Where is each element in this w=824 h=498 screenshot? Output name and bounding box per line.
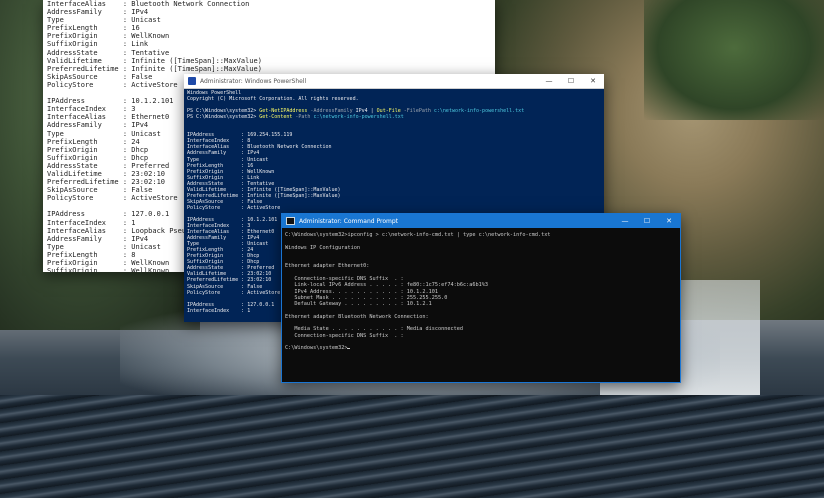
text-line: InterfaceIndex : 3 — [47, 105, 136, 114]
close-button[interactable]: ✕ — [582, 74, 604, 88]
text-line: Type : Unicast — [47, 129, 161, 138]
text-line: PolicyStore : ActiveStore — [47, 80, 178, 89]
text-line: SuffixOrigin : Link — [47, 40, 149, 49]
text-line: AddressState : Preferred — [47, 161, 170, 170]
text-line: SkipAsSource : False — [47, 72, 153, 81]
text-line: IPAddress : 127.0.0.1 — [47, 210, 170, 219]
cmd-console[interactable]: C:\Windows\system32>ipconfig > c:\networ… — [285, 232, 550, 352]
text-line: ValidLifetime : Infinite ([TimeSpan]::Ma… — [47, 56, 262, 65]
text-line: PrefixLength : 24 — [47, 137, 140, 146]
text-line: AddressFamily : IPv4 — [47, 8, 149, 17]
powershell-titlebar[interactable]: Administrator: Windows PowerShell — ☐ ✕ — [184, 74, 604, 89]
text-line: PrefixLength : 16 — [47, 24, 140, 33]
cmd-output-line: IPv4 Address. . . . . . . . . . . : 10.1… — [285, 288, 439, 295]
text-line: SuffixOrigin : WellKnown — [47, 267, 170, 272]
minimize-button[interactable]: — — [538, 74, 560, 88]
text-line: AddressFamily : IPv4 — [47, 121, 149, 130]
cmd-output-line: Ethernet adapter Bluetooth Network Conne… — [285, 313, 429, 320]
maximize-button[interactable]: ☐ — [636, 214, 658, 228]
cmd-output-line: Connection-specific DNS Suffix . : — [285, 332, 404, 339]
cmd-output-line: Ethernet adapter Ethernet0: — [285, 263, 370, 270]
text-line: Type : Unicast — [47, 16, 161, 25]
cmd-output-line: Windows IP Configuration — [285, 244, 360, 251]
text-line: InterfaceIndex : 1 — [47, 218, 136, 227]
ps-header-line: Copyright (C) Microsoft Corporation. All… — [187, 96, 359, 103]
cmd-output-line: Link-local IPv6 Address . . . . . : fe80… — [285, 282, 489, 289]
cmd-titlebar[interactable]: Administrator: Command Prompt — ☐ ✕ — [282, 214, 680, 228]
text-line: AddressState : Tentative — [47, 48, 170, 57]
cmd-icon — [286, 217, 295, 225]
wallpaper-river — [0, 395, 824, 498]
text-line: Type : Unicast — [47, 242, 161, 251]
text-line: IPAddress : 10.1.2.101 — [47, 97, 174, 106]
text-line: InterfaceAlias : Ethernet0 — [47, 113, 170, 122]
powershell-title: Administrator: Windows PowerShell — [200, 77, 307, 85]
text-cursor — [347, 348, 351, 350]
text-line: PolicyStore : ActiveStore — [47, 194, 178, 203]
text-line: InterfaceAlias : Bluetooth Network Conne… — [47, 0, 250, 8]
cmd-output-line: Default Gateway . . . . . . . . . : 10.1… — [285, 301, 432, 308]
maximize-button[interactable]: ☐ — [560, 74, 582, 88]
cmd-output-line: Media State . . . . . . . . . . . : Medi… — [285, 326, 464, 333]
text-line: SkipAsSource : False — [47, 186, 153, 195]
ps-output-line: PolicyStore : ActiveStore — [187, 204, 281, 211]
text-line: ValidLifetime : 23:02:10 — [47, 169, 166, 178]
text-line: PrefixOrigin : Dhcp — [47, 145, 149, 154]
ps-output-line: PolicyStore : ActiveStore — [187, 289, 281, 296]
text-line: PreferredLifetime : Infinite ([TimeSpan]… — [47, 64, 262, 73]
cmd-output: C:\Windows\system32>ipconfig > c:\networ… — [285, 232, 550, 339]
text-line: PrefixOrigin : WellKnown — [47, 32, 170, 41]
cmd-output-line: Subnet Mask . . . . . . . . . . . : 255.… — [285, 294, 448, 301]
close-button[interactable]: ✕ — [658, 214, 680, 228]
text-line: SuffixOrigin : Dhcp — [47, 153, 149, 162]
ps-output-line: InterfaceIndex : 1 — [187, 307, 251, 314]
cmd-title: Administrator: Command Prompt — [299, 217, 398, 225]
powershell-icon — [188, 77, 196, 85]
wallpaper-trees — [644, 0, 824, 120]
command-prompt-window[interactable]: Administrator: Command Prompt — ☐ ✕ C:\W… — [281, 213, 681, 383]
text-line: PrefixLength : 8 — [47, 250, 136, 259]
text-line: AddressFamily : IPv4 — [47, 234, 149, 243]
minimize-button[interactable]: — — [614, 214, 636, 228]
cmd-output-line: Connection-specific DNS Suffix . : — [285, 276, 404, 283]
ps-command-line: PS C:\Windows\system32> Get-Content -Pat… — [187, 114, 404, 121]
cmd-prompt: C:\Windows\system32> — [285, 345, 348, 352]
text-line: PreferredLifetime : 23:02:10 — [47, 178, 166, 187]
cmd-output-line: C:\Windows\system32>ipconfig > c:\networ… — [285, 232, 551, 238]
text-line: PrefixOrigin : WellKnown — [47, 259, 170, 267]
